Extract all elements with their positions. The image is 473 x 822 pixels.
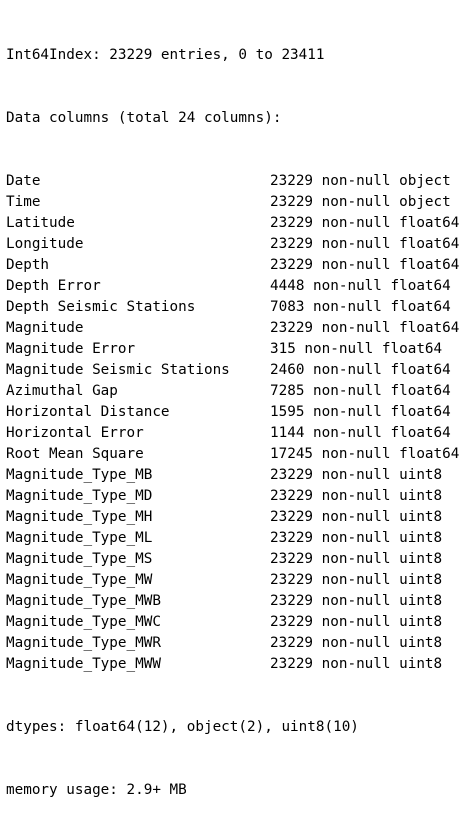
column-name: Magnitude_Type_MS xyxy=(6,551,153,567)
column-name: Depth xyxy=(6,257,50,273)
column-row: Depth Error 4448 non-null float64 xyxy=(6,276,451,297)
column-name: Magnitude_Type_MB xyxy=(6,467,153,483)
column-row: Magnitude_Type_MW 23229 non-null uint8 xyxy=(6,570,442,591)
column-info: 23229 non-null uint8 xyxy=(270,593,443,609)
column-row: Magnitude Error 315 non-null float64 xyxy=(6,339,442,360)
column-info: 23229 non-null float64 xyxy=(270,215,460,231)
dtypes-line: dtypes: float64(12), object(2), uint8(10… xyxy=(6,719,359,735)
column-info: 23229 non-null uint8 xyxy=(270,530,443,546)
column-info: 23229 non-null uint8 xyxy=(270,614,443,630)
column-name: Magnitude_Type_MWR xyxy=(6,635,161,651)
column-name: Horizontal Error xyxy=(6,425,144,441)
column-name: Magnitude_Type_ML xyxy=(6,530,153,546)
column-info: 17245 non-null float64 xyxy=(270,446,460,462)
column-info: 7285 non-null float64 xyxy=(270,383,451,399)
column-info: 23229 non-null uint8 xyxy=(270,635,443,651)
column-info: 23229 non-null uint8 xyxy=(270,467,443,483)
column-row: Date 23229 non-null object xyxy=(6,171,451,192)
column-row: Depth 23229 non-null float64 xyxy=(6,255,459,276)
column-info: 4448 non-null float64 xyxy=(270,278,451,294)
column-info: 23229 non-null float64 xyxy=(270,257,460,273)
column-name: Time xyxy=(6,194,41,210)
memory-usage-line: memory usage: 2.9+ MB xyxy=(6,782,187,798)
dataframe-info-output: Int64Index: 23229 entries, 0 to 23411 Da… xyxy=(6,3,459,822)
column-row: Magnitude_Type_MB 23229 non-null uint8 xyxy=(6,465,442,486)
column-row: Azimuthal Gap 7285 non-null float64 xyxy=(6,381,451,402)
column-info: 315 non-null float64 xyxy=(270,341,443,357)
column-row: Magnitude Seismic Stations 2460 non-null … xyxy=(6,360,451,381)
column-name: Longitude xyxy=(6,236,84,252)
column-name: Azimuthal Gap xyxy=(6,383,118,399)
column-info: 23229 non-null object xyxy=(270,194,451,210)
column-info: 23229 non-null uint8 xyxy=(270,551,443,567)
column-info: 23229 non-null uint8 xyxy=(270,488,443,504)
column-row: Magnitude_Type_ML 23229 non-null uint8 xyxy=(6,528,442,549)
column-row: Magnitude_Type_MWW 23229 non-null uint8 xyxy=(6,654,442,675)
column-info: 23229 non-null float64 xyxy=(270,320,460,336)
index-summary-line: Int64Index: 23229 entries, 0 to 23411 xyxy=(6,47,325,63)
column-info: 23229 non-null float64 xyxy=(270,236,460,252)
column-name: Date xyxy=(6,173,41,189)
column-name: Magnitude_Type_MWB xyxy=(6,593,161,609)
column-row: Root Mean Square 17245 non-null float64 xyxy=(6,444,459,465)
column-name: Magnitude_Type_MD xyxy=(6,488,153,504)
column-row: Magnitude_Type_MH 23229 non-null uint8 xyxy=(6,507,442,528)
column-name: Magnitude xyxy=(6,320,84,336)
column-info: 1144 non-null float64 xyxy=(270,425,451,441)
column-row: Latitude 23229 non-null float64 xyxy=(6,213,459,234)
column-list: Date 23229 non-null object Time 23229 non-n… xyxy=(6,171,459,675)
column-info: 23229 non-null uint8 xyxy=(270,509,443,525)
column-name: Latitude xyxy=(6,215,75,231)
column-row: Magnitude_Type_MS 23229 non-null uint8 xyxy=(6,549,442,570)
column-info: 23229 non-null uint8 xyxy=(270,656,443,672)
column-info: 23229 non-null uint8 xyxy=(270,572,443,588)
column-row: Depth Seismic Stations 7083 non-null floa… xyxy=(6,297,451,318)
column-row: Magnitude 23229 non-null float64 xyxy=(6,318,459,339)
column-row: Horizontal Distance 1595 non-null float64 xyxy=(6,402,451,423)
column-row: Time 23229 non-null object xyxy=(6,192,451,213)
column-name: Depth Seismic Stations xyxy=(6,299,196,315)
column-row: Longitude 23229 non-null float64 xyxy=(6,234,459,255)
column-row: Magnitude_Type_MD 23229 non-null uint8 xyxy=(6,486,442,507)
column-name: Magnitude Seismic Stations xyxy=(6,362,230,378)
column-info: 2460 non-null float64 xyxy=(270,362,451,378)
column-info: 1595 non-null float64 xyxy=(270,404,451,420)
column-name: Horizontal Distance xyxy=(6,404,170,420)
column-name: Root Mean Square xyxy=(6,446,144,462)
column-name: Magnitude_Type_MWC xyxy=(6,614,161,630)
column-name: Magnitude_Type_MH xyxy=(6,509,153,525)
column-name: Magnitude_Type_MWW xyxy=(6,656,161,672)
column-name: Depth Error xyxy=(6,278,101,294)
columns-summary-line: Data columns (total 24 columns): xyxy=(6,110,282,126)
column-row: Magnitude_Type_MWC 23229 non-null uint8 xyxy=(6,612,442,633)
column-name: Magnitude_Type_MW xyxy=(6,572,153,588)
column-row: Magnitude_Type_MWR 23229 non-null uint8 xyxy=(6,633,442,654)
column-info: 23229 non-null object xyxy=(270,173,451,189)
column-row: Magnitude_Type_MWB 23229 non-null uint8 xyxy=(6,591,442,612)
column-row: Horizontal Error 1144 non-null float64 xyxy=(6,423,451,444)
column-name: Magnitude Error xyxy=(6,341,136,357)
column-info: 7083 non-null float64 xyxy=(270,299,451,315)
